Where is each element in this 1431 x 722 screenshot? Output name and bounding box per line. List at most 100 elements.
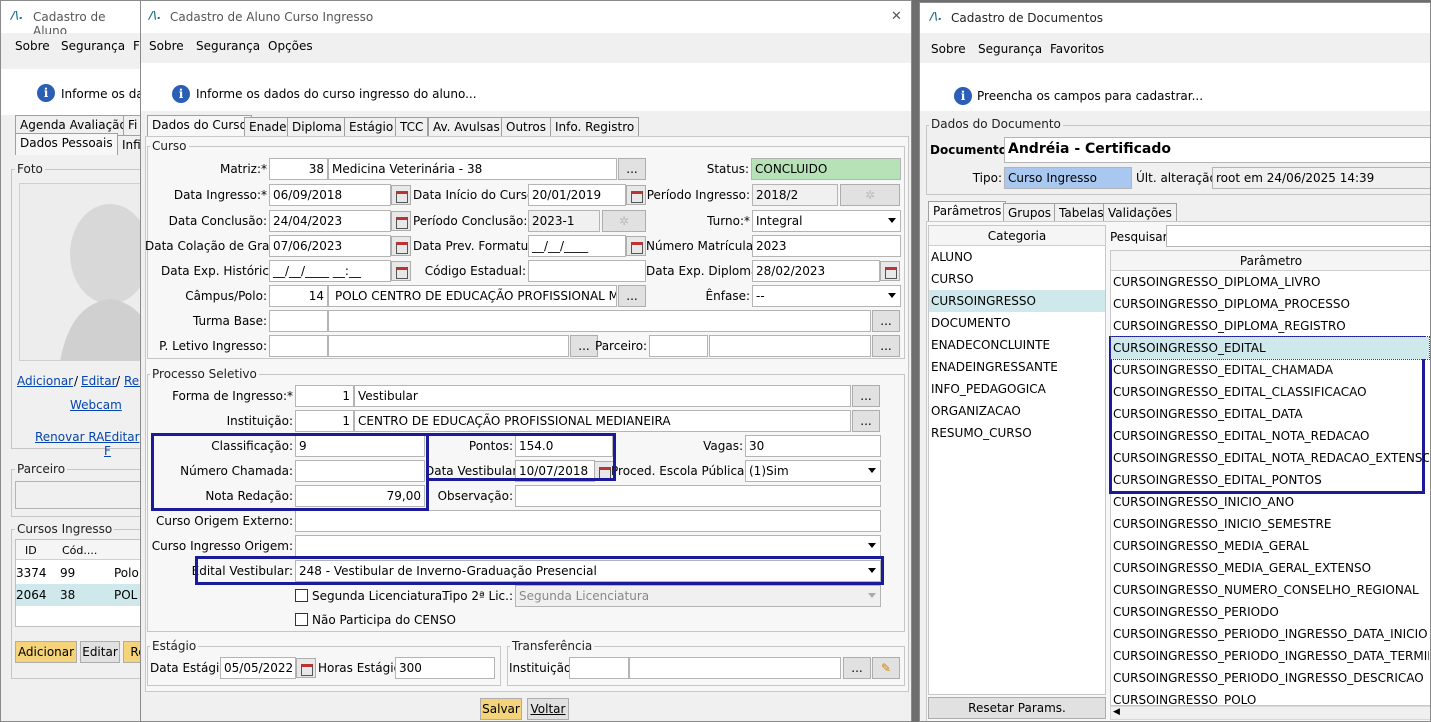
parametro-item[interactable]: CURSOINGRESSO_EDITAL_PONTOS	[1111, 469, 1429, 491]
parametro-item[interactable]: CURSOINGRESSO_POLO	[1111, 689, 1429, 704]
tab-tabelas[interactable]: Tabelas	[1054, 203, 1109, 223]
horizontal-scrollbar[interactable]: ◀	[1110, 706, 1430, 720]
parceiro-lookup-button[interactable]: ...	[872, 335, 900, 357]
instituicao-lookup-button[interactable]: ...	[852, 410, 880, 432]
renovar-ra-link[interactable]: Renovar RA	[35, 430, 104, 444]
menu-sobre[interactable]: Sobre	[931, 42, 966, 56]
parceiro-code-field[interactable]	[649, 335, 708, 357]
menu-sobre[interactable]: Sobre	[15, 39, 50, 53]
enfase-select[interactable]: --	[752, 285, 901, 307]
forma-ingresso-lookup-button[interactable]: ...	[852, 385, 880, 407]
data-conclusao-field[interactable]: 24/04/2023	[269, 210, 391, 232]
bg-tab-infi[interactable]: Infi	[117, 135, 141, 155]
edit-pencil-button[interactable]: ✎	[872, 657, 900, 679]
nao-participa-censo-checkbox[interactable]	[295, 613, 308, 626]
parametro-item[interactable]: CURSOINGRESSO_MEDIA_GERAL	[1111, 535, 1429, 557]
menu-seguranca[interactable]: Segurança	[61, 39, 125, 53]
p-letivo-lookup-button[interactable]: ...	[570, 335, 598, 357]
categoria-item[interactable]: RESUMO_CURSO	[929, 422, 1105, 444]
segunda-licenciatura-checkbox[interactable]	[295, 589, 308, 602]
periodo-ingresso-gear-button[interactable]: ✲	[840, 184, 900, 206]
tab-parametros[interactable]: Parâmetros	[928, 201, 1007, 223]
parametro-item[interactable]: CURSOINGRESSO_DIPLOMA_PROCESSO	[1111, 293, 1429, 315]
parametro-item[interactable]: CURSOINGRESSO_INICIO_ANO	[1111, 491, 1429, 513]
parametro-item[interactable]: CURSOINGRESSO_EDITAL_CLASSIFICACAO	[1111, 381, 1429, 403]
parametro-item[interactable]: CURSOINGRESSO_EDITAL_DATA	[1111, 403, 1429, 425]
forma-ingresso-name-field[interactable]: Vestibular	[354, 385, 851, 407]
salvar-button[interactable]: Salvar	[480, 698, 522, 720]
instituicao-name-field[interactable]: CENTRO DE EDUCAÇÃO PROFISSIONAL MEDIANEI…	[354, 410, 851, 432]
turma-base-code-field[interactable]	[269, 310, 328, 332]
tab-info-registro[interactable]: Info. Registro	[550, 117, 640, 137]
calendar-icon[interactable]	[626, 185, 646, 205]
menu-f[interactable]: F	[133, 39, 140, 53]
bg-tab-agenda[interactable]: Agenda Avaliação	[15, 115, 132, 135]
categoria-item[interactable]: INFO_PEDAGOGICA	[929, 378, 1105, 400]
parametro-item[interactable]: CURSOINGRESSO_MEDIA_GERAL_EXTENSO	[1111, 557, 1429, 579]
curso-origem-externo-field[interactable]	[295, 510, 881, 532]
parametro-item[interactable]: CURSOINGRESSO_EDITAL_NOTA_REDACAO_EXTENS…	[1111, 447, 1429, 469]
forma-ingresso-code-field[interactable]: 1	[295, 385, 354, 407]
parceiro-name-field[interactable]	[709, 335, 871, 357]
periodo-conclusao-gear-button[interactable]: ✲	[602, 210, 646, 232]
turma-base-name-field[interactable]	[328, 310, 871, 332]
categoria-item[interactable]: ENADEINGRESSANTE	[929, 356, 1105, 378]
parametro-item[interactable]: CURSOINGRESSO_EDITAL_CHAMADA	[1111, 359, 1429, 381]
tab-grupos[interactable]: Grupos	[1003, 203, 1057, 223]
calendar-icon[interactable]	[391, 261, 411, 281]
bg-tab-dados-pessoais[interactable]: Dados Pessoais	[15, 133, 118, 155]
tab-validacoes[interactable]: Validações	[1103, 203, 1177, 223]
parametro-item[interactable]: CURSOINGRESSO_DIPLOMA_REGISTRO	[1111, 315, 1429, 337]
categoria-item[interactable]: ALUNO	[929, 246, 1105, 268]
close-icon[interactable]: ✕	[891, 9, 902, 24]
campus-code-field[interactable]: 14	[269, 285, 328, 307]
calendar-icon[interactable]	[391, 211, 411, 231]
menu-seguranca[interactable]: Segurança	[196, 39, 260, 53]
calendar-icon[interactable]	[391, 236, 411, 256]
transf-inst-code-field[interactable]	[569, 657, 629, 679]
data-estagio-field[interactable]: 05/05/2022	[220, 657, 296, 679]
menu-sobre[interactable]: Sobre	[149, 39, 184, 53]
categoria-item[interactable]: CURSOINGRESSO	[929, 290, 1105, 312]
scroll-left-icon[interactable]: ◀	[1113, 707, 1120, 717]
transf-lookup-button[interactable]: ...	[843, 657, 871, 679]
data-colacao-field[interactable]: 07/06/2023	[269, 235, 391, 257]
tab-outros[interactable]: Outros	[501, 117, 552, 137]
observacao-field[interactable]	[515, 485, 881, 507]
data-exp-hist-field[interactable]: __/__/____ __:__	[269, 260, 391, 282]
calendar-icon[interactable]	[880, 261, 900, 281]
periodo-ingresso-field[interactable]: 2018/2	[752, 184, 838, 206]
tipo2-select[interactable]: Segunda Licenciatura	[515, 585, 881, 607]
parametro-item[interactable]: CURSOINGRESSO_PERIODO_INGRESSO_DATA_INIC…	[1111, 623, 1429, 645]
webcam-link[interactable]: Webcam	[70, 398, 122, 412]
tab-dados-do-curso[interactable]: Dados do Curso	[147, 115, 252, 137]
parametro-item[interactable]: CURSOINGRESSO_DIPLOMA_LIVRO	[1111, 271, 1429, 293]
table-row-selected[interactable]: 2064 38 POL	[16, 584, 141, 606]
tab-tcc[interactable]: TCC	[395, 117, 429, 137]
adicionar-curso-button[interactable]: Adicionar	[15, 641, 77, 663]
menu-seguranca[interactable]: Segurança	[978, 42, 1042, 56]
p-letivo-code-field[interactable]	[269, 335, 328, 357]
horas-estagio-field[interactable]: 300	[395, 657, 495, 679]
calendar-icon[interactable]	[296, 658, 316, 678]
proced-select[interactable]: (1)Sim	[745, 460, 881, 482]
menu-opcoes[interactable]: Opções	[268, 39, 313, 53]
adicionar-foto-link[interactable]: Adicionar	[17, 374, 73, 388]
transf-inst-name-field[interactable]	[629, 657, 841, 679]
voltar-button[interactable]: Voltar	[527, 698, 569, 720]
parametro-item[interactable]: CURSOINGRESSO_INICIO_SEMESTRE	[1111, 513, 1429, 535]
tipo-field[interactable]: Curso Ingresso	[1004, 167, 1132, 189]
menu-favoritos[interactable]: Favoritos	[1050, 42, 1104, 56]
data-prev-field[interactable]: __/__/____	[528, 235, 626, 257]
documento-field[interactable]: Andréia - Certificado	[1004, 137, 1430, 163]
tab-estagio[interactable]: Estágio	[344, 117, 399, 137]
resetar-params-button[interactable]: Resetar Params.	[928, 697, 1106, 719]
categoria-item[interactable]: ENADECONCLUINTE	[929, 334, 1105, 356]
parametro-item[interactable]: CURSOINGRESSO_PERIODO_INGRESSO_DATA_TERM…	[1111, 645, 1429, 667]
matriz-code-field[interactable]: 38	[269, 158, 328, 180]
numero-matricula-field[interactable]: 2023	[752, 235, 901, 257]
campus-name-field[interactable]: POLO CENTRO DE EDUCAÇÃO PROFISSIONAL MED…	[328, 285, 617, 307]
data-exp-diploma-field[interactable]: 28/02/2023	[752, 260, 880, 282]
parceiro-field[interactable]	[15, 481, 141, 509]
calendar-icon[interactable]	[626, 236, 646, 256]
